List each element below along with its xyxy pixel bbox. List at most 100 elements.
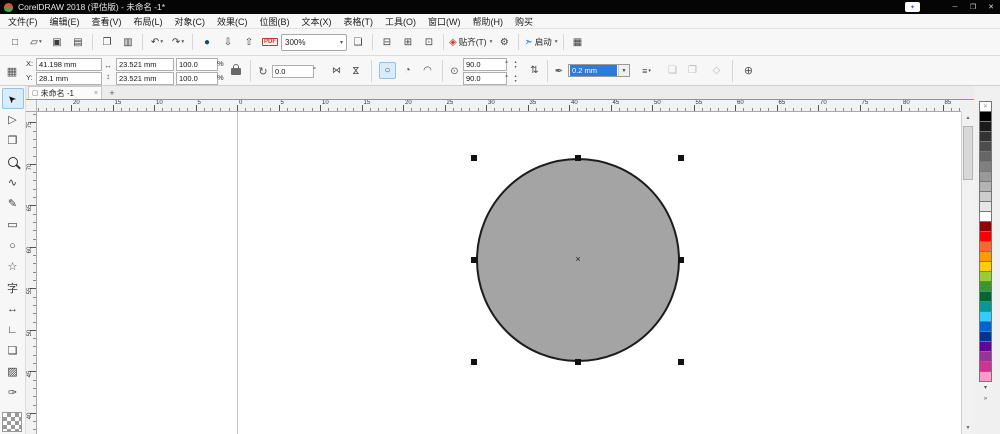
crop-tool[interactable]: ❒ <box>2 130 24 151</box>
scale-vertical-field[interactable]: 100.0 <box>176 72 218 85</box>
object-height-field[interactable]: 23.521 mm <box>116 72 174 85</box>
change-direction-button[interactable]: ⇅ <box>526 62 543 79</box>
full-screen-button[interactable]: ❏ <box>348 33 368 52</box>
canvas[interactable]: × <box>37 112 961 434</box>
minimize-button[interactable]: ─ <box>946 0 964 14</box>
scroll-down-button[interactable]: ▼ <box>962 422 974 434</box>
options-button[interactable]: ⚙ <box>494 33 514 52</box>
ellipse-tool[interactable]: ○ <box>2 235 24 256</box>
selection-handle[interactable] <box>471 155 477 161</box>
menu-item[interactable]: 表格(T) <box>338 15 380 28</box>
ellipse-mode-button[interactable]: ○ <box>379 62 396 79</box>
menu-item[interactable]: 帮助(H) <box>467 15 510 28</box>
text-tool[interactable]: 字 <box>2 277 24 298</box>
copy-button[interactable]: ❐ <box>97 33 117 52</box>
freehand-tool[interactable]: ∿ <box>2 172 24 193</box>
rotation-angle-field[interactable]: 0.0 <box>272 65 314 78</box>
end-angle-spinner[interactable]: ▴▾ <box>512 72 519 83</box>
selection-handle[interactable] <box>678 155 684 161</box>
eyedropper-tool[interactable]: ✑ <box>2 382 24 403</box>
app-launcher-button[interactable]: ▦ <box>568 33 588 52</box>
menu-item[interactable]: 文件(F) <box>2 15 44 28</box>
to-back-button[interactable]: ❐ <box>684 62 701 79</box>
menu-item[interactable]: 效果(C) <box>211 15 254 28</box>
wrap-text-button[interactable]: ≡▾ <box>638 62 655 79</box>
drop-shadow-tool[interactable]: ❏ <box>2 340 24 361</box>
menu-item[interactable]: 编辑(E) <box>44 15 86 28</box>
pie-mode-button[interactable]: ◔ <box>399 62 416 79</box>
launch-button[interactable]: ➣启动▾ <box>523 33 558 52</box>
outline-width-value[interactable]: 0.2 mm <box>570 65 617 76</box>
maximize-button[interactable]: ❐ <box>964 0 982 14</box>
color-swatch[interactable] <box>979 371 992 382</box>
rectangle-tool[interactable]: ▭ <box>2 214 24 235</box>
connector-tool[interactable]: ∟ <box>2 319 24 340</box>
scroll-up-button[interactable]: ▲ <box>962 112 974 124</box>
outline-width-combo[interactable]: 0.2 mm ▼ <box>568 64 630 77</box>
selection-handle[interactable] <box>575 155 581 161</box>
sign-in-icon[interactable]: ✦ <box>905 2 920 12</box>
export-button[interactable]: ⇧ <box>239 33 259 52</box>
show-rulers-button[interactable]: ⊟ <box>377 33 397 52</box>
redo-button[interactable]: ↷▾ <box>168 33 188 52</box>
menu-item[interactable]: 布局(L) <box>128 15 169 28</box>
to-front-button[interactable]: ❏ <box>664 62 681 79</box>
zoom-tool[interactable] <box>2 151 24 172</box>
menu-item[interactable]: 对象(C) <box>169 15 212 28</box>
ruler-origin-corner[interactable] <box>26 100 37 112</box>
tab-untitled-document[interactable]: ▢ 未命名 -1 × <box>28 86 102 99</box>
arc-mode-button[interactable]: ◠ <box>419 62 436 79</box>
selection-handle[interactable] <box>471 257 477 263</box>
mirror-vertical-button[interactable]: ⋈ <box>347 62 364 79</box>
polygon-tool[interactable]: ☆ <box>2 256 24 277</box>
lock-ratio-icon[interactable] <box>231 68 241 75</box>
menu-item[interactable]: 窗口(W) <box>422 15 467 28</box>
search-content-button[interactable]: ● <box>197 33 217 52</box>
selection-handle[interactable] <box>678 257 684 263</box>
snap-to-button[interactable]: ◈贴齐(T)▾ <box>448 33 493 52</box>
dropdown-arrow-icon[interactable]: ▼ <box>618 65 629 76</box>
y-position-field[interactable]: 28.1 mm <box>36 72 102 85</box>
transparency-tool[interactable]: ▨ <box>2 361 24 382</box>
zoom-level-combo[interactable]: 300%▾ <box>281 34 347 51</box>
save-button[interactable]: ▣ <box>47 33 67 52</box>
vertical-scrollbar[interactable]: ▲ ▼ <box>961 112 974 434</box>
dropdown-arrow-icon[interactable]: ▾ <box>340 39 343 46</box>
new-tab-button[interactable]: + <box>106 87 118 98</box>
show-guidelines-button[interactable]: ⊡ <box>419 33 439 52</box>
import-button[interactable]: ⇩ <box>218 33 238 52</box>
print-button[interactable]: ▤ <box>68 33 88 52</box>
vertical-ruler[interactable]: 7570656055504540 <box>26 112 37 434</box>
palette-scroll-down-button[interactable]: ▾ <box>979 382 992 393</box>
menu-item[interactable]: 查看(V) <box>86 15 128 28</box>
end-angle-field[interactable]: 90.0 <box>463 72 507 85</box>
shape-tool[interactable]: ▷ <box>2 109 24 130</box>
pick-tool[interactable]: ➤ <box>2 88 24 109</box>
artistic-media-tool[interactable]: ✎ <box>2 193 24 214</box>
start-angle-field[interactable]: 90.0 <box>463 58 507 71</box>
object-width-field[interactable]: 23.521 mm <box>116 58 174 71</box>
publish-pdf-button[interactable]: PDF <box>260 33 280 52</box>
undo-button[interactable]: ↶▾ <box>147 33 167 52</box>
start-angle-spinner[interactable]: ▴▾ <box>512 58 519 69</box>
convert-to-curves-button[interactable]: ◇ <box>708 62 725 79</box>
scale-horizontal-field[interactable]: 100.0 <box>176 58 218 71</box>
menu-item[interactable]: 位图(B) <box>254 15 296 28</box>
open-button[interactable]: ▱▾ <box>26 33 46 52</box>
selection-handle[interactable] <box>471 359 477 365</box>
horizontal-ruler[interactable]: 2015105051015202530354045505560657075808… <box>37 100 961 112</box>
selection-handle[interactable] <box>678 359 684 365</box>
close-button[interactable]: ✕ <box>982 0 1000 14</box>
tab-close-icon[interactable]: × <box>94 90 98 97</box>
menu-item[interactable]: 工具(O) <box>379 15 422 28</box>
quick-customize-button[interactable]: ⊕ <box>740 62 757 79</box>
new-document-button[interactable]: □ <box>5 33 25 52</box>
paste-button[interactable]: ▥ <box>118 33 138 52</box>
scrollbar-thumb[interactable] <box>963 126 973 180</box>
mirror-horizontal-button[interactable]: ⋈ <box>328 62 345 79</box>
x-position-field[interactable]: 41.198 mm <box>36 58 102 71</box>
show-grid-button[interactable]: ⊞ <box>398 33 418 52</box>
palette-flyout-button[interactable]: » <box>979 393 992 404</box>
parallel-dimension-tool[interactable]: ↔ <box>2 298 24 319</box>
selection-handle[interactable] <box>575 359 581 365</box>
